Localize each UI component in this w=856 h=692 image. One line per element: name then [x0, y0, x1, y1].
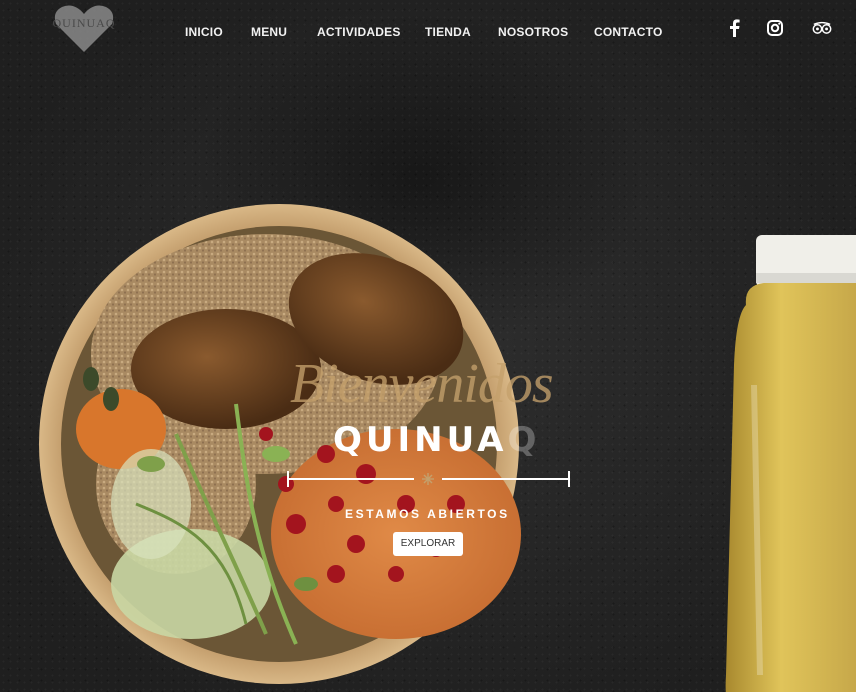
hero-page: QUINUAQ INICIO MENU ACTIVIDADES TIENDA N… — [0, 0, 856, 692]
tripadvisor-icon[interactable] — [812, 18, 832, 38]
juice-bottle-image — [724, 235, 856, 692]
instagram-icon[interactable] — [765, 18, 785, 38]
nav-item-actividades[interactable]: ACTIVIDADES — [317, 25, 401, 39]
nav-item-contacto[interactable]: CONTACTO — [594, 25, 663, 39]
explore-button[interactable]: EXPLORAR — [393, 532, 463, 556]
nav-item-nosotros[interactable]: NOSOTROS — [498, 25, 568, 39]
facebook-icon[interactable] — [724, 18, 744, 38]
brand-logo[interactable]: QUINUAQ — [52, 4, 116, 54]
social-links — [724, 18, 834, 38]
nav-item-inicio[interactable]: INICIO — [185, 25, 223, 39]
logo-text: QUINUAQ — [52, 16, 116, 30]
quinoa-bowl-image — [36, 204, 522, 684]
nav-item-tienda[interactable]: TIENDA — [425, 25, 471, 39]
nav-item-menu[interactable]: MENU — [251, 25, 287, 39]
site-header: QUINUAQ INICIO MENU ACTIVIDADES TIENDA N… — [0, 0, 856, 64]
